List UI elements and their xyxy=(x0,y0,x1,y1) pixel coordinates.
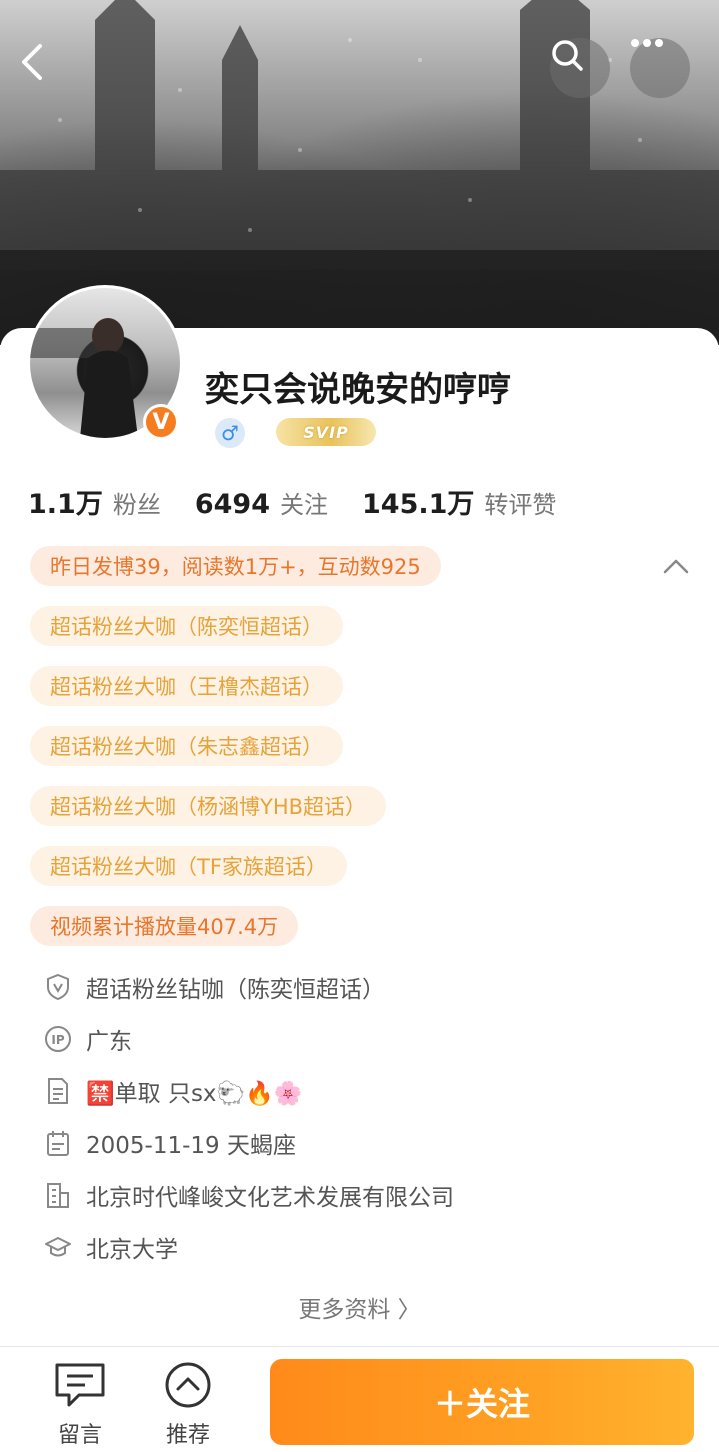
info-text: 北京大学 xyxy=(86,1237,178,1263)
more-dots-icon xyxy=(631,39,663,47)
collapse-button[interactable] xyxy=(660,554,692,578)
fan-badge[interactable]: 超话粉丝大咖（TF家族超话） xyxy=(30,846,347,886)
building-icon xyxy=(44,1181,72,1209)
video-play-badge[interactable]: 视频累计播放量407.4万 xyxy=(30,906,299,946)
stats-row: 1.1万 粉丝 6494 关注 145.1万 转评赞 xyxy=(28,482,590,521)
fan-badge[interactable]: 超话粉丝大咖（杨涵博YHB超话） xyxy=(30,786,387,826)
search-icon xyxy=(552,40,583,71)
stat-value: 6494 xyxy=(194,489,270,520)
info-text: 超话粉丝钻咖（陈奕恒超话） xyxy=(86,977,385,1003)
chevron-up-circle-icon xyxy=(165,1362,211,1408)
info-text: 🈲单取 只sx🐑🔥🌸 xyxy=(86,1081,303,1107)
recommend-label: 推荐 xyxy=(165,1423,210,1448)
gender-male-icon: ♂ xyxy=(215,418,245,448)
chevron-up-icon xyxy=(663,559,689,574)
info-bio: 🈲单取 只sx🐑🔥🌸 xyxy=(44,1074,302,1108)
stat-value: 1.1万 xyxy=(28,489,103,520)
message-label: 留言 xyxy=(57,1423,102,1448)
calendar-icon xyxy=(44,1129,72,1157)
recommend-button[interactable]: 推荐 xyxy=(148,1361,228,1449)
info-school[interactable]: 北京大学 xyxy=(44,1230,178,1264)
back-button[interactable] xyxy=(18,42,62,94)
chevron-left-icon xyxy=(22,44,42,80)
fan-badge[interactable]: 超话粉丝大咖（王橹杰超话） xyxy=(30,666,343,706)
stat-followers[interactable]: 1.1万 粉丝 xyxy=(28,482,161,521)
document-icon xyxy=(44,1077,72,1105)
activity-summary-badge[interactable]: 昨日发博39，阅读数1万+，互动数925 xyxy=(30,546,441,586)
search-button[interactable] xyxy=(550,38,610,98)
message-button[interactable]: 留言 xyxy=(40,1361,120,1449)
svip-badge[interactable]: SVIP xyxy=(276,418,376,446)
username: 奕只会说晚安的哼哼 xyxy=(205,370,511,410)
info-ip-location: IP 广东 xyxy=(44,1022,132,1056)
bottom-action-bar: 留言 推荐 ＋关注 xyxy=(0,1346,719,1452)
chat-bubble-icon xyxy=(55,1363,105,1407)
verified-badge-icon: V xyxy=(143,404,179,440)
stat-value: 145.1万 xyxy=(362,489,475,520)
stat-label: 转评赞 xyxy=(484,491,557,519)
ip-icon: IP xyxy=(44,1025,72,1053)
fan-badge[interactable]: 超话粉丝大咖（陈奕恒超话） xyxy=(30,606,343,646)
more-options-button[interactable] xyxy=(630,38,690,98)
info-birthday: 2005-11-19 天蝎座 xyxy=(44,1126,296,1160)
stat-label: 粉丝 xyxy=(112,491,161,519)
graduation-cap-icon xyxy=(44,1233,72,1261)
info-text: 北京时代峰峻文化艺术发展有限公司 xyxy=(86,1185,454,1211)
follow-button[interactable]: ＋关注 xyxy=(270,1359,694,1445)
shield-icon xyxy=(44,973,72,1001)
info-company[interactable]: 北京时代峰峻文化艺术发展有限公司 xyxy=(44,1178,454,1212)
stat-following[interactable]: 6494 关注 xyxy=(195,485,328,520)
info-text: 2005-11-19 天蝎座 xyxy=(86,1133,296,1159)
info-text: 广东 xyxy=(86,1029,132,1055)
fan-badge[interactable]: 超话粉丝大咖（朱志鑫超话） xyxy=(30,726,343,766)
info-super-fan[interactable]: 超话粉丝钻咖（陈奕恒超话） xyxy=(44,970,385,1004)
more-info-link[interactable]: 更多资料 〉 xyxy=(0,1290,719,1324)
svg-text:IP: IP xyxy=(51,1033,64,1047)
stat-interactions[interactable]: 145.1万 转评赞 xyxy=(362,482,556,521)
stat-label: 关注 xyxy=(280,491,328,519)
